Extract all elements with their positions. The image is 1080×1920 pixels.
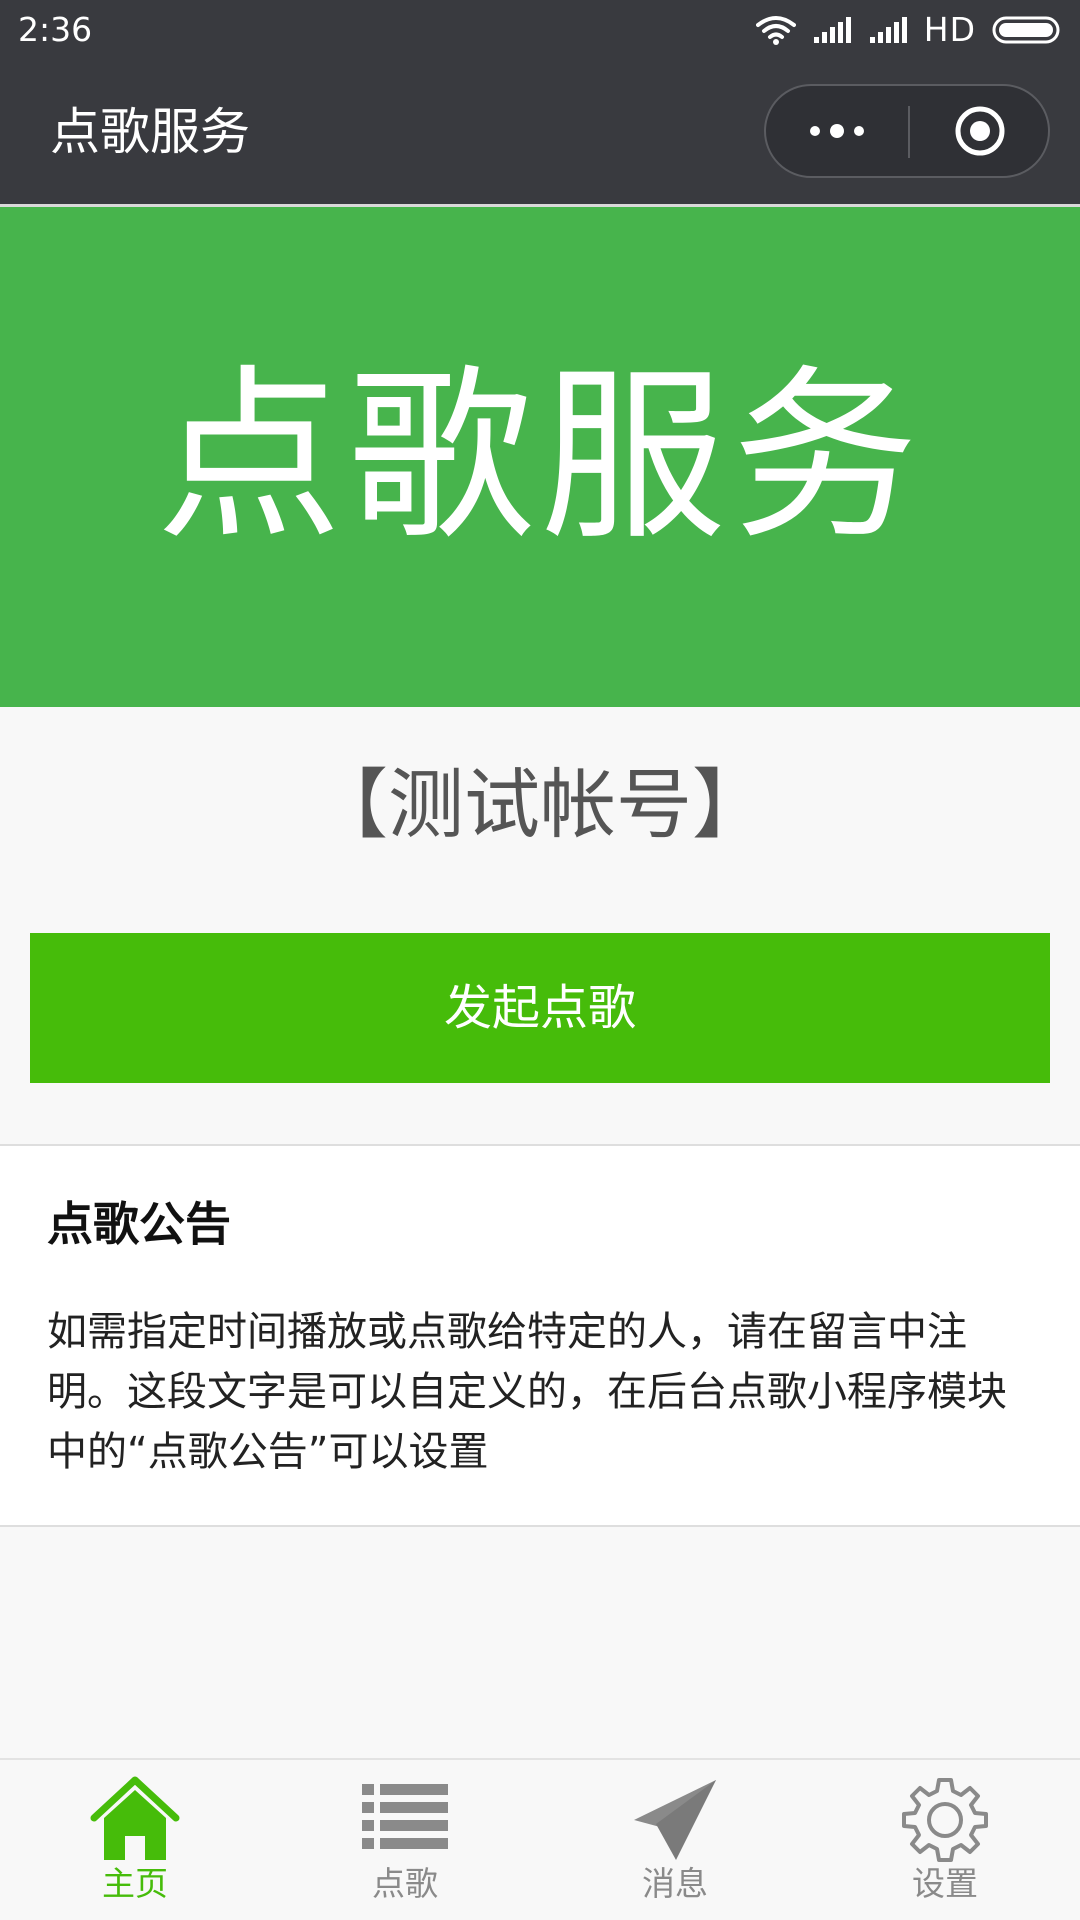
tab-label: 设置 xyxy=(912,1864,978,1903)
status-indicators: HD xyxy=(755,10,1064,49)
banner-title: 点歌服务 xyxy=(155,348,924,565)
list-icon xyxy=(360,1774,450,1864)
home-icon xyxy=(90,1774,180,1864)
notice-card: 点歌公告 如需指定时间播放或点歌给特定的人，请在留言中注明。这段文字是可以自定义… xyxy=(0,1144,1080,1527)
network-type: HD xyxy=(923,10,976,49)
status-bar: 2:36 HD xyxy=(0,0,1080,60)
tab-settings[interactable]: 设置 xyxy=(810,1760,1080,1920)
navigation-bar: 点歌服务 xyxy=(0,60,1080,204)
tab-home[interactable]: 主页 xyxy=(0,1760,270,1920)
close-button[interactable] xyxy=(910,86,1050,176)
request-song-button[interactable]: 发起点歌 xyxy=(30,933,1050,1083)
gear-icon xyxy=(900,1774,990,1864)
battery-icon xyxy=(992,15,1064,45)
signal-icon xyxy=(868,15,908,45)
tab-request[interactable]: 点歌 xyxy=(270,1760,540,1920)
notice-body: 如需指定时间播放或点歌给特定的人，请在留言中注明。这段文字是可以自定义的，在后台… xyxy=(47,1309,1007,1475)
wifi-icon xyxy=(755,15,796,45)
tab-messages[interactable]: 消息 xyxy=(540,1760,810,1920)
tab-label: 主页 xyxy=(102,1864,168,1903)
tab-bar: 主页 点歌 消息 设置 xyxy=(0,1758,1080,1920)
menu-capsule xyxy=(764,84,1050,178)
close-icon xyxy=(955,106,1005,156)
more-button[interactable] xyxy=(766,86,908,176)
page-title: 点歌服务 xyxy=(50,103,250,161)
signal-icon xyxy=(812,15,852,45)
tab-label: 点歌 xyxy=(372,1864,438,1903)
banner: 点歌服务 xyxy=(0,207,1080,707)
notice-title: 点歌公告 xyxy=(47,1197,231,1251)
status-time: 2:36 xyxy=(18,10,93,49)
tab-label: 消息 xyxy=(642,1864,708,1903)
more-icon xyxy=(810,124,864,138)
paper-plane-icon xyxy=(630,1774,720,1864)
account-label: 【测试帐号】 xyxy=(312,760,768,849)
